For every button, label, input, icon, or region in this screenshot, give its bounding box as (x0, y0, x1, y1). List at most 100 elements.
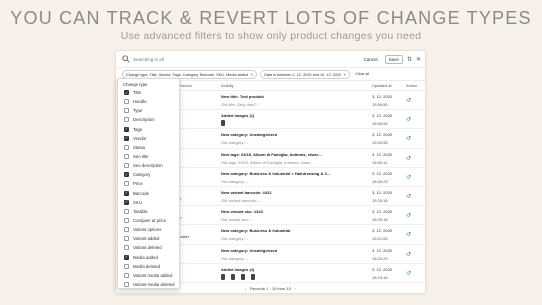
product-image-thumbnail[interactable] (231, 273, 235, 280)
dropdown-options: ✓ Title Handle Type Description ✓ Tags ✓ Vendor S… (118, 88, 179, 289)
updated-date: 3. 12. 2020 (372, 94, 393, 99)
checkbox[interactable] (124, 108, 129, 114)
close-icon[interactable]: ✕ (416, 56, 421, 63)
checkbox[interactable]: ✓ (124, 190, 129, 196)
revert-icon[interactable]: ↺ (406, 116, 411, 123)
prev-page-button[interactable]: ‹ (245, 286, 246, 291)
activity-new-value: New variant sku: #443 (221, 209, 263, 215)
next-page-button[interactable]: › (295, 286, 296, 291)
change-type-option[interactable]: Handle (118, 97, 179, 106)
checkbox[interactable] (124, 218, 129, 224)
checkbox[interactable] (124, 263, 129, 269)
checkbox[interactable] (124, 99, 129, 105)
change-type-option[interactable]: Variant added (118, 234, 179, 243)
revert-icon[interactable]: ↺ (406, 231, 411, 238)
revert-icon[interactable]: ↺ (406, 270, 411, 277)
change-type-option[interactable]: ✓ SKU (118, 198, 179, 207)
option-label: Type (133, 108, 143, 114)
option-label: Handle (133, 99, 147, 105)
option-label: Description (133, 117, 155, 123)
updated-date: 3. 12. 2020 (372, 190, 393, 195)
date-filter-chip[interactable]: Date is between 1. 12. 2020 and 10. 12. … (260, 69, 351, 79)
hero-subtitle: Use advanced filters to show only produc… (120, 30, 422, 42)
revert-icon[interactable]: ↺ (406, 251, 411, 258)
option-label: Taxable (133, 208, 148, 214)
activity-old-value: Old category: -- (221, 255, 249, 261)
change-type-option[interactable]: Variant media added (118, 271, 179, 280)
checkbox[interactable] (124, 227, 129, 233)
updated-date: 3. 12. 2020 (372, 170, 393, 176)
change-type-option[interactable]: Description (118, 115, 179, 124)
change-type-option[interactable]: Price (118, 179, 179, 188)
checkbox[interactable] (124, 154, 129, 160)
updated-time: 15:50:11 (372, 159, 388, 165)
change-type-option[interactable]: ✓ Category (118, 170, 179, 179)
checkbox[interactable]: ✓ (124, 90, 129, 96)
checkbox[interactable] (124, 282, 129, 288)
activity-old-value: Old title: Zaky dobí? (221, 102, 257, 107)
option-label: Barcode (133, 190, 150, 196)
change-type-option[interactable]: Type (118, 106, 179, 115)
checkbox[interactable]: ✓ (124, 135, 129, 141)
change-type-option[interactable]: Variant deleted (118, 243, 179, 252)
updated-date: 3. 12. 2020 (372, 209, 393, 215)
checkbox[interactable] (124, 117, 129, 123)
checkbox[interactable] (124, 236, 129, 242)
updated-column-header[interactable]: Updated at (372, 83, 392, 88)
updated-date: 3. 12. 2020 (372, 228, 393, 234)
change-type-option[interactable]: Variant options (118, 225, 179, 234)
checkbox[interactable] (124, 245, 129, 251)
clear-all-button[interactable]: Clear all (355, 72, 369, 76)
remove-filter-icon[interactable]: ✕ (343, 73, 346, 77)
updated-time: 15:25:18 (372, 198, 388, 203)
activity-new-value: New category: Uncategorized (221, 247, 278, 253)
change-type-option[interactable]: Variant media deleted (118, 280, 179, 289)
product-image-thumbnail[interactable] (241, 273, 245, 280)
change-type-option[interactable]: Media deleted (118, 262, 179, 271)
option-label: Seo description (133, 163, 163, 169)
change-type-option[interactable]: Seo title (118, 152, 179, 161)
sort-icon[interactable]: ⇅ (407, 56, 412, 63)
change-type-option[interactable]: ✓ Tags (118, 125, 179, 134)
save-button[interactable]: Save (384, 54, 403, 64)
revert-icon[interactable]: ↺ (406, 212, 411, 219)
change-type-option[interactable]: Seo description (118, 161, 179, 170)
change-type-option[interactable]: ✓ Barcode (118, 189, 179, 198)
search-input[interactable] (133, 56, 361, 62)
checkbox[interactable] (124, 272, 129, 278)
dropdown-title: Change type (123, 82, 148, 87)
revert-icon[interactable]: ↺ (406, 97, 411, 104)
search-icon (122, 55, 130, 63)
product-image-thumbnail[interactable] (251, 273, 255, 280)
option-label: Variant added (133, 236, 160, 242)
change-type-option[interactable]: Status (118, 143, 179, 152)
change-type-option[interactable]: ✓ Title (118, 88, 179, 97)
revert-icon[interactable]: ↺ (406, 174, 411, 181)
checkbox[interactable] (124, 181, 129, 187)
updated-time: 15:25:18 (372, 217, 388, 223)
cancel-button[interactable]: Cancel (361, 56, 381, 63)
revert-icon[interactable]: ↺ (406, 155, 411, 162)
activity-old-value: Old category: -- (221, 140, 249, 146)
change-type-option[interactable]: ✓ Vendor (118, 134, 179, 143)
activity-new-value: New category: Business & Industrial > Ha… (221, 170, 331, 176)
checkbox[interactable] (124, 208, 129, 214)
checkbox[interactable]: ✓ (124, 199, 129, 205)
revert-icon[interactable]: ↺ (406, 193, 411, 200)
product-image-thumbnail[interactable] (221, 120, 225, 127)
product-column-header[interactable]: Product (178, 83, 192, 88)
checkbox[interactable]: ✓ (124, 126, 129, 132)
change-type-option[interactable]: ✓ Media added (118, 253, 179, 262)
product-image-thumbnail[interactable] (221, 273, 225, 280)
checkbox[interactable]: ✓ (124, 172, 129, 178)
change-type-option[interactable]: Taxable (118, 207, 179, 216)
checkbox[interactable] (124, 163, 129, 169)
checkbox[interactable] (124, 144, 129, 150)
checkbox[interactable]: ✓ (124, 254, 129, 260)
remove-filter-icon[interactable]: ✕ (250, 73, 253, 77)
activity-column-header[interactable]: Activity (221, 83, 234, 88)
revert-icon[interactable]: ↺ (406, 135, 411, 142)
activity-new-value: New title: Test produkt (221, 94, 264, 99)
change-type-option[interactable]: Compare at price (118, 216, 179, 225)
activity-old-value: Old variant sku: -- (221, 217, 253, 223)
